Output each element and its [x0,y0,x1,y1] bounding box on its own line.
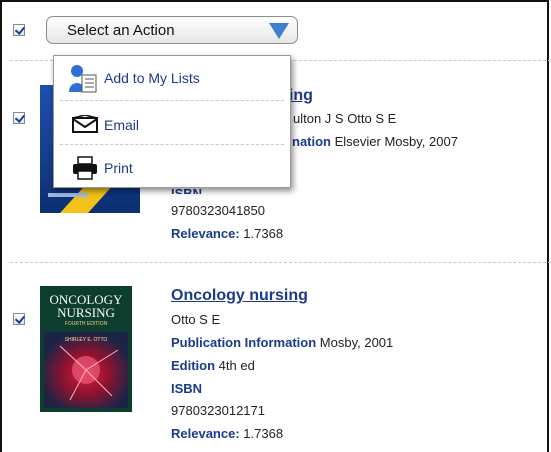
menu-item-add-to-my-lists[interactable]: Add to My Lists [54,58,290,100]
menu-divider [60,144,284,145]
result-checkbox[interactable] [13,313,25,325]
result-title-link[interactable]: Oncology nursing [171,287,308,305]
menu-item-label: Email [104,117,140,133]
book-cover-image[interactable]: ONCOLOGY NURSING FOURTH EDITION SHIRLEY … [40,286,132,412]
edition-value: 4th ed [218,358,255,373]
publication-info: Elsevier Mosby, 2007 [334,134,458,149]
printer-icon [73,156,97,180]
publication-info-label: nation [292,134,331,149]
relevance-label: Relevance: [171,226,240,241]
menu-item-label: Print [104,160,133,176]
action-dropdown-label: Select an Action [67,22,175,39]
email-envelope-icon [72,115,98,133]
action-menu: Add to My Lists Email Print [53,55,291,188]
relevance-label: Relevance: [171,426,240,441]
menu-item-email[interactable]: Email [54,103,290,145]
menu-item-print[interactable]: Print [54,146,290,188]
select-all-checkbox[interactable] [13,24,25,36]
menu-divider [60,100,284,101]
relevance-value: 1.7368 [243,426,284,441]
chevron-down-icon[interactable] [269,23,289,39]
action-dropdown[interactable]: Select an Action [46,16,298,44]
result-author: ulton J S Otto S E [293,111,397,126]
cover-author: SHIRLEY E. OTTO [64,337,108,343]
cover-title: ONCOLOGY NURSING [49,292,123,320]
relevance-value: 1.7368 [243,226,284,241]
edition-label: Edition [171,358,216,373]
menu-item-label: Add to My Lists [104,70,200,86]
cover-edition: FOURTH EDITION [64,321,108,327]
result-divider [10,262,551,263]
isbn-label: ISBN [171,381,203,396]
publication-info: Mosby, 2001 [319,335,394,350]
result-checkbox[interactable] [13,112,25,124]
isbn-value: 9780323012171 [171,403,265,418]
add-to-list-icon [69,65,97,93]
result-author: Otto S E [171,312,221,327]
publication-info-label: Publication Information [171,335,317,350]
isbn-value: 9780323041850 [171,203,265,218]
